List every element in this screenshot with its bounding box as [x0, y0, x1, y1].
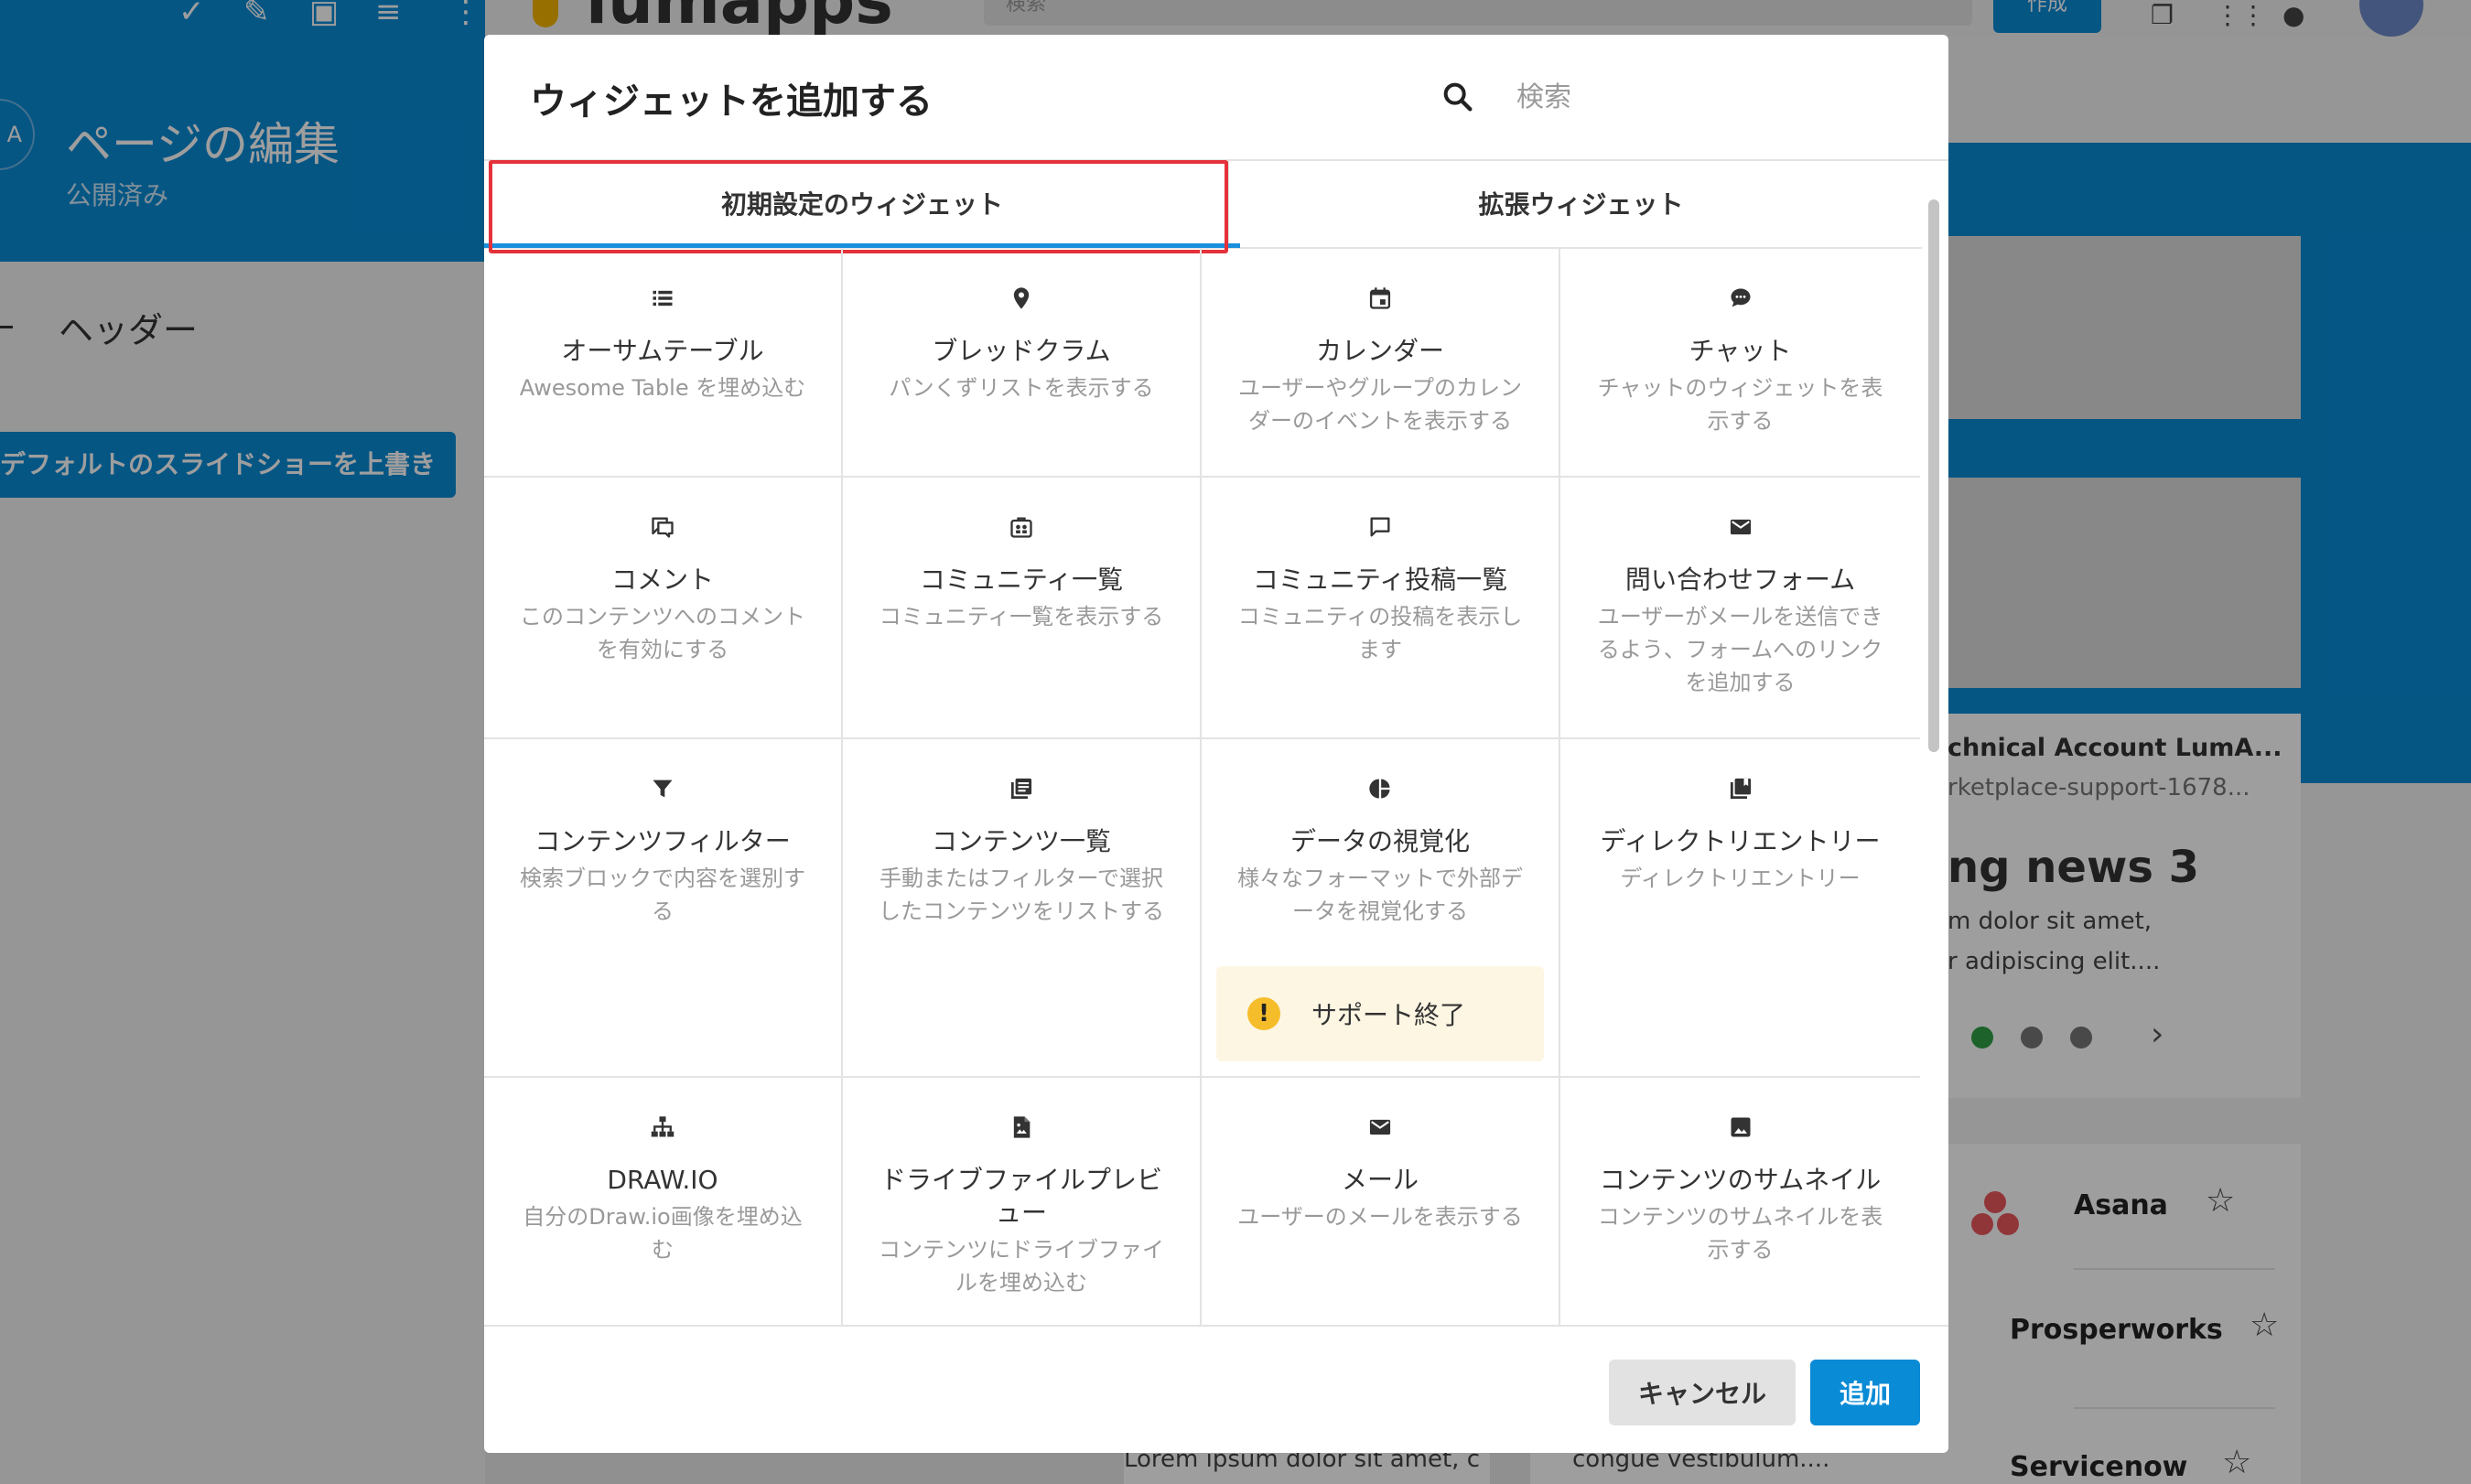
message-outline-icon — [1370, 517, 1390, 537]
widget-description: このコンテンツへのコメントを有効にする — [520, 604, 805, 662]
widget-title: オーサムテーブル — [561, 336, 764, 366]
widget-content-thumbnail[interactable]: コンテンツのサムネイル コンテンツのサムネイルを表示する — [1560, 1078, 1920, 1325]
scrollbar[interactable] — [1926, 163, 1943, 1325]
widget-community-posts[interactable]: コミュニティ投稿一覧 コミュニティの投稿を表示します — [1202, 478, 1560, 739]
location-pin-icon — [1013, 287, 1030, 309]
widget-drive-file-preview[interactable]: ドライブファイルプレビュー コンテンツにドライブファイルを埋め込む — [843, 1078, 1202, 1325]
filter-icon — [653, 780, 673, 798]
widget-title: チャット — [1689, 336, 1792, 366]
widget-description: チャットのウィジェットを表示する — [1597, 375, 1883, 434]
widget-calendar[interactable]: カレンダー ユーザーやグループのカレンダーのイベントを表示する — [1202, 249, 1560, 478]
search-icon[interactable] — [1440, 79, 1476, 115]
widget-description: ユーザーやグループのカレンダーのイベントを表示する — [1237, 375, 1523, 434]
widget-awesome-table[interactable]: オーサムテーブル Awesome Table を埋め込む — [484, 249, 843, 478]
pie-chart-icon — [1369, 779, 1390, 799]
widget-title: メール — [1341, 1165, 1419, 1195]
widget-content-filter[interactable]: コンテンツフィルター 検索ブロックで内容を選別する — [484, 739, 843, 1078]
widget-description: コミュニティ一覧を表示する — [879, 604, 1164, 629]
widget-grid-viewport[interactable]: オーサムテーブル Awesome Table を埋め込む ブレッドクラム パンく… — [484, 249, 1922, 1325]
widget-contact-form[interactable]: 問い合わせフォーム ユーザーがメールを送信できるよう、フォームへのリンクを追加す… — [1560, 478, 1920, 739]
widget-breadcrumb[interactable]: ブレッドクラム パンくずリストを表示する — [843, 249, 1202, 478]
widget-description: コミュニティの投稿を表示します — [1237, 604, 1523, 662]
widget-title: 問い合わせフォーム — [1624, 565, 1856, 595]
community-list-icon — [1010, 517, 1032, 538]
widget-community-list[interactable]: コミュニティ一覧 コミュニティ一覧を表示する — [843, 478, 1202, 739]
tab-default-widgets[interactable]: 初期設定のウィジェット — [484, 161, 1240, 249]
widget-description: 手動またはフィルターで選択したコンテンツをリストする — [879, 866, 1164, 924]
widget-description: パンくずリストを表示する — [889, 375, 1154, 401]
image-icon — [1731, 1117, 1750, 1137]
comments-icon — [652, 517, 674, 538]
widget-description: 検索ブロックで内容を選別する — [520, 866, 805, 924]
chat-bubble-icon — [1731, 288, 1750, 307]
widget-drawio[interactable]: DRAW.IO 自分のDraw.io画像を埋め込む — [484, 1078, 843, 1325]
widget-grid: オーサムテーブル Awesome Table を埋め込む ブレッドクラム パンく… — [484, 249, 1922, 1325]
widget-description: 自分のDraw.io画像を埋め込む — [523, 1204, 803, 1263]
widget-tabs: 初期設定のウィジェット 拡張ウィジェット — [484, 161, 1922, 249]
directory-icon — [1730, 778, 1751, 800]
widget-search-input[interactable] — [1516, 71, 1901, 123]
add-widget-dialog: ウィジェットを追加する 初期設定のウィジェット 拡張ウィジェット オーサムテーブ… — [484, 35, 1948, 1453]
divider — [1227, 161, 1229, 249]
widget-description: コンテンツにドライブファイルを埋め込む — [879, 1237, 1164, 1296]
envelope-icon — [1369, 1119, 1391, 1135]
widget-description: コンテンツのサムネイルを表示する — [1597, 1204, 1883, 1263]
widget-title: コンテンツフィルター — [534, 826, 791, 856]
end-of-support-badge: ! サポート終了 — [1216, 966, 1544, 1061]
widget-description: ユーザーのメールを表示する — [1237, 1204, 1523, 1230]
table-icon — [653, 290, 673, 306]
cancel-button[interactable]: キャンセル — [1609, 1360, 1796, 1425]
active-tab-indicator — [484, 243, 1240, 248]
widget-comments[interactable]: コメント このコンテンツへのコメントを有効にする — [484, 478, 843, 739]
dialog-title: ウィジェットを追加する — [530, 81, 933, 123]
add-button[interactable]: 追加 — [1810, 1360, 1920, 1425]
envelope-icon — [1730, 519, 1751, 535]
widget-description: ディレクトリエントリー — [1620, 866, 1861, 891]
widget-description: 様々なフォーマットで外部データを視覚化する — [1237, 866, 1523, 924]
widget-title: コンテンツ一覧 — [931, 826, 1111, 856]
widget-title: コンテンツのサムネイル — [1599, 1165, 1882, 1195]
tab-extension-widgets[interactable]: 拡張ウィジェット — [1240, 161, 1922, 249]
file-image-icon — [1013, 1116, 1030, 1138]
widget-title: ディレクトリエントリー — [1600, 826, 1881, 856]
widget-title: カレンダー — [1315, 336, 1444, 366]
sitemap-icon — [651, 1116, 674, 1137]
warning-icon: ! — [1247, 997, 1280, 1030]
calendar-icon — [1369, 287, 1391, 309]
widget-data-visualization[interactable]: データの視覚化 様々なフォーマットで外部データを視覚化する ! サポート終了 — [1202, 739, 1560, 1078]
content-list-icon — [1010, 778, 1032, 800]
widget-title: ドライブファイルプレビュー — [879, 1165, 1162, 1228]
widget-title: コミュニティ投稿一覧 — [1252, 565, 1508, 595]
widget-title: ブレッドクラム — [932, 336, 1111, 366]
scroll-thumb[interactable] — [1928, 199, 1939, 752]
widget-content-list[interactable]: コンテンツ一覧 手動またはフィルターで選択したコンテンツをリストする — [843, 739, 1202, 1078]
widget-mail[interactable]: メール ユーザーのメールを表示する — [1202, 1078, 1560, 1325]
divider — [484, 1325, 1948, 1327]
widget-title: コミュニティ一覧 — [919, 565, 1124, 595]
end-of-support-label: サポート終了 — [1311, 1000, 1466, 1030]
widget-title: DRAW.IO — [607, 1165, 718, 1195]
widget-title: データの視覚化 — [1289, 826, 1470, 856]
widget-description: Awesome Table を埋め込む — [519, 375, 806, 401]
widget-title: コメント — [610, 565, 714, 595]
widget-directory-entry[interactable]: ディレクトリエントリー ディレクトリエントリー — [1560, 739, 1920, 1078]
widget-chat[interactable]: チャット チャットのウィジェットを表示する — [1560, 249, 1920, 478]
widget-description: ユーザーがメールを送信できるよう、フォームへのリンクを追加する — [1597, 604, 1883, 695]
